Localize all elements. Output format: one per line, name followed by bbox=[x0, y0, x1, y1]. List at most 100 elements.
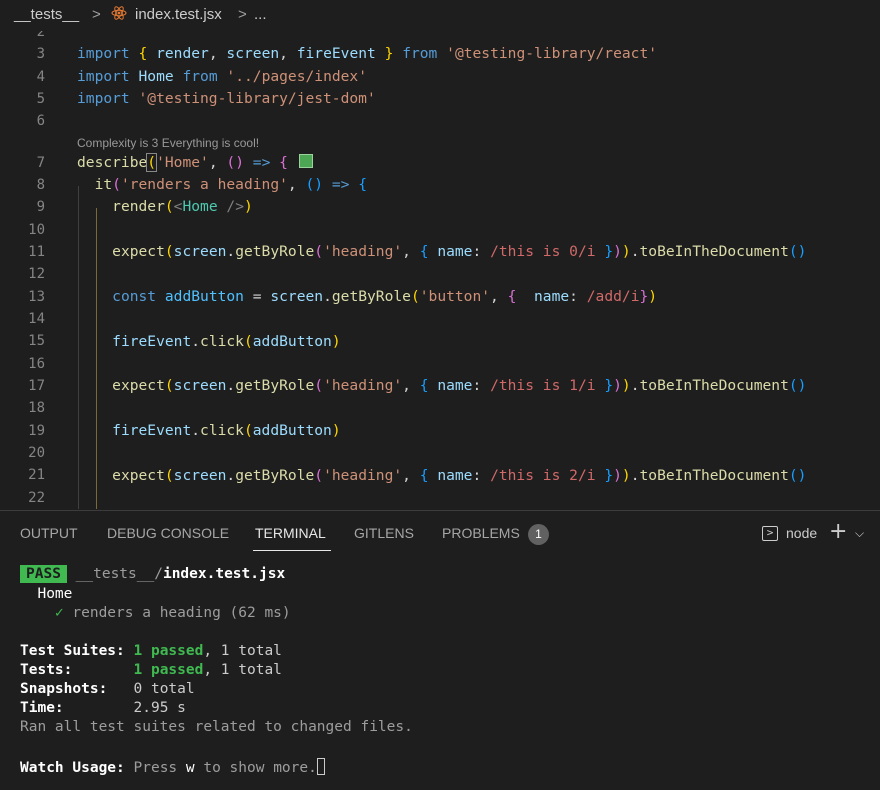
breadcrumb: __tests__ > index.test.jsx > ... bbox=[0, 0, 880, 31]
code-token: , bbox=[490, 288, 499, 305]
code-token: click bbox=[200, 422, 244, 439]
code-token: fireEvent bbox=[296, 45, 376, 62]
code-token: () bbox=[226, 154, 244, 171]
tests-label: Tests: bbox=[20, 662, 73, 678]
code-token: 'heading' bbox=[323, 467, 403, 484]
code-token: : bbox=[472, 467, 482, 484]
code-token: ( bbox=[112, 176, 121, 193]
watch-usage-label: Watch Usage: bbox=[20, 760, 125, 776]
code-token: ) bbox=[331, 422, 341, 439]
code-line[interactable]: fireEvent.click(addButton) bbox=[77, 333, 341, 350]
line-number: 10 bbox=[28, 222, 45, 238]
code-line[interactable]: import { render, screen, fireEvent } fro… bbox=[77, 45, 657, 62]
code-token: , bbox=[402, 243, 411, 260]
code-token: it bbox=[94, 176, 113, 193]
line-number: 14 bbox=[28, 311, 45, 327]
code-token: import bbox=[77, 45, 130, 62]
code-token: /> bbox=[226, 198, 244, 215]
line-number: 20 bbox=[28, 445, 45, 461]
code-token: '@testing-library/jest-dom' bbox=[138, 90, 376, 107]
breadcrumb-file[interactable]: index.test.jsx bbox=[135, 6, 222, 23]
suites-passed: 1 passed bbox=[133, 643, 204, 659]
breadcrumb-more[interactable]: ... bbox=[254, 6, 267, 23]
code-token: = bbox=[252, 288, 262, 305]
code-token: expect bbox=[112, 243, 165, 260]
code-line[interactable]: fireEvent.click(addButton) bbox=[77, 422, 341, 439]
code-token: '../pages/index' bbox=[226, 68, 368, 85]
code-token: /this is 2/i bbox=[490, 467, 596, 484]
code-line[interactable]: const addButton = screen.getByRole('butt… bbox=[77, 288, 657, 305]
tab-gitlens[interactable]: GITLENS bbox=[354, 525, 414, 541]
line-number: 19 bbox=[28, 423, 45, 439]
terminal-name[interactable]: node bbox=[786, 525, 817, 541]
chevron-down-icon[interactable]: ⌵ bbox=[855, 526, 864, 541]
plus-icon[interactable]: + bbox=[829, 519, 847, 544]
code-token: getByRole bbox=[235, 377, 315, 394]
tab-terminal[interactable]: TERMINAL bbox=[255, 525, 326, 541]
code-line[interactable]: expect(screen.getByRole('heading', { nam… bbox=[77, 377, 806, 394]
code-token: screen bbox=[173, 243, 227, 260]
code-line[interactable]: render(<Home />) bbox=[77, 198, 253, 215]
watch-key: w bbox=[185, 760, 195, 776]
code-token: . bbox=[191, 422, 201, 439]
code-line[interactable]: expect(screen.getByRole('heading', { nam… bbox=[77, 467, 806, 484]
check-icon: ✓ bbox=[54, 605, 64, 621]
code-token: ( bbox=[314, 243, 324, 260]
codelens-complexity[interactable]: Complexity is 3 Everything is cool! bbox=[77, 136, 259, 150]
code-token: . bbox=[323, 288, 332, 305]
code-token: ) bbox=[613, 377, 622, 394]
breadcrumb-folder[interactable]: __tests__ bbox=[14, 6, 79, 23]
code-token: '@testing-library/react' bbox=[446, 45, 658, 62]
code-line[interactable]: expect(screen.getByRole('heading', { nam… bbox=[77, 243, 806, 260]
code-token: : bbox=[569, 288, 578, 305]
code-token: . bbox=[630, 467, 640, 484]
snapshots-value: 0 total bbox=[133, 681, 195, 697]
code-token: ( bbox=[410, 288, 420, 305]
terminal-icon[interactable]: > bbox=[762, 526, 778, 541]
line-number: 7 bbox=[36, 155, 45, 171]
code-token: name bbox=[534, 288, 570, 305]
code-token: => bbox=[331, 176, 350, 193]
code-token: () bbox=[305, 176, 324, 193]
line-number: 17 bbox=[28, 378, 45, 394]
line-number: 2 bbox=[36, 31, 45, 40]
code-token: const bbox=[112, 288, 157, 305]
code-token: ( bbox=[164, 243, 174, 260]
code-token: ) bbox=[613, 467, 622, 484]
code-token: click bbox=[200, 333, 244, 350]
code-token: , bbox=[287, 176, 297, 193]
code-token: ) bbox=[244, 198, 253, 215]
code-token: => bbox=[252, 154, 271, 171]
code-token: ( bbox=[146, 153, 158, 172]
react-icon bbox=[111, 5, 127, 25]
code-token: ( bbox=[164, 198, 174, 215]
code-token: toBeInTheDocument bbox=[639, 243, 789, 260]
code-token: . bbox=[226, 243, 236, 260]
time-value: 2.95 s bbox=[133, 700, 186, 716]
code-token: fireEvent bbox=[112, 333, 192, 350]
code-token: , bbox=[402, 467, 411, 484]
code-line[interactable]: import '@testing-library/jest-dom' bbox=[77, 90, 376, 107]
code-token: { bbox=[419, 377, 429, 394]
snapshots-label: Snapshots: bbox=[20, 681, 108, 697]
tab-problems[interactable]: PROBLEMS bbox=[442, 525, 520, 541]
bottom-panel: OUTPUT DEBUG CONSOLE TERMINAL GITLENS PR… bbox=[0, 510, 880, 790]
complexity-indicator-icon bbox=[298, 154, 313, 168]
code-line[interactable]: import Home from '../pages/index' bbox=[77, 68, 367, 85]
code-line[interactable]: it('renders a heading', () => { bbox=[77, 176, 367, 193]
code-token: addButton bbox=[164, 288, 244, 305]
terminal-cursor bbox=[316, 758, 325, 775]
code-token: from bbox=[182, 68, 218, 85]
watch-rest: to show more. bbox=[203, 760, 317, 776]
code-line[interactable]: describe('Home', () => { bbox=[77, 153, 313, 172]
code-token: ) bbox=[648, 288, 658, 305]
code-token: name bbox=[437, 467, 473, 484]
code-token: ) bbox=[621, 243, 631, 260]
code-token: ) bbox=[331, 333, 341, 350]
code-token: () bbox=[788, 243, 807, 260]
code-token: 'renders a heading' bbox=[120, 176, 288, 193]
tab-debug-console[interactable]: DEBUG CONSOLE bbox=[107, 525, 229, 541]
line-number: 5 bbox=[36, 91, 45, 107]
code-editor[interactable]: 2 3 4 5 6 7 8 9 10 11 12 13 14 15 16 17 … bbox=[0, 31, 880, 509]
tab-output[interactable]: OUTPUT bbox=[20, 525, 78, 541]
